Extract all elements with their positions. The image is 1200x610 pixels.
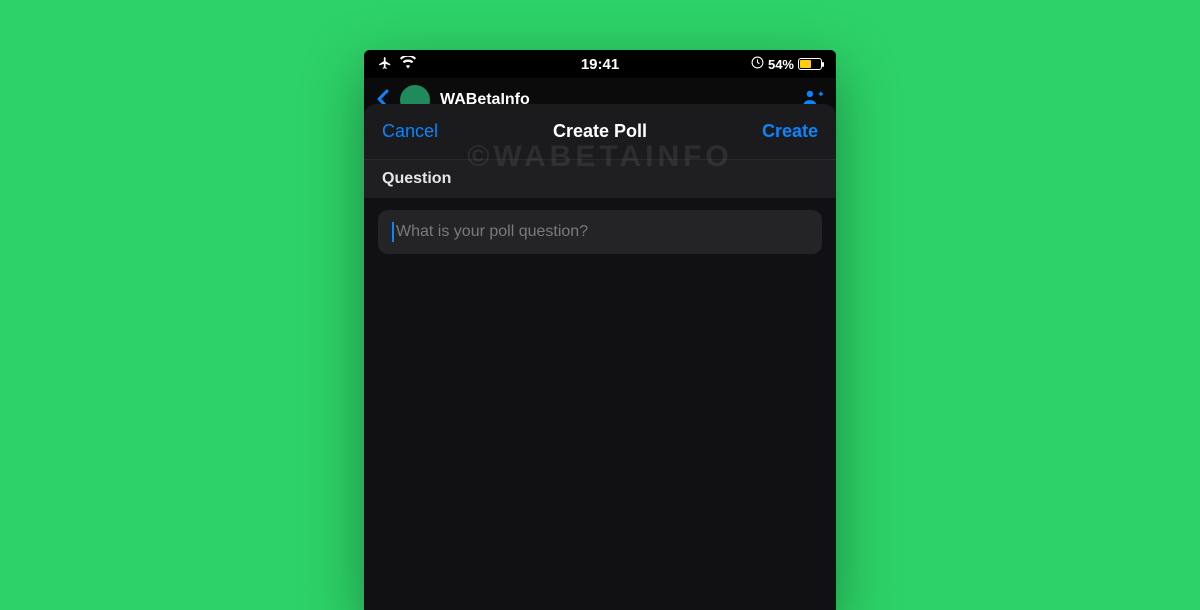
text-cursor bbox=[392, 222, 394, 242]
airplane-mode-icon bbox=[378, 56, 392, 73]
poll-question-input[interactable]: What is your poll question? bbox=[378, 210, 822, 254]
rotation-lock-icon bbox=[751, 56, 764, 72]
create-poll-sheet: Cancel Create Poll Create Question What … bbox=[364, 104, 836, 610]
poll-question-placeholder: What is your poll question? bbox=[396, 223, 588, 241]
sheet-body bbox=[364, 254, 836, 610]
sheet-title: Create Poll bbox=[553, 121, 647, 142]
phone-frame: 19:41 54% WABetaInfo Cancel Create Poll … bbox=[364, 50, 836, 610]
create-button[interactable]: Create bbox=[762, 121, 818, 142]
question-section-label: Question bbox=[364, 160, 836, 198]
status-right: 54% bbox=[751, 56, 822, 72]
cancel-button[interactable]: Cancel bbox=[382, 121, 438, 142]
sheet-header: Cancel Create Poll Create bbox=[364, 104, 836, 160]
question-input-wrap: What is your poll question? bbox=[364, 198, 836, 254]
battery-icon bbox=[798, 58, 822, 70]
status-left bbox=[378, 56, 416, 73]
wifi-icon bbox=[400, 56, 416, 72]
battery-fill bbox=[800, 60, 811, 68]
battery-percent: 54% bbox=[768, 57, 794, 72]
status-bar: 19:41 54% bbox=[364, 50, 836, 78]
